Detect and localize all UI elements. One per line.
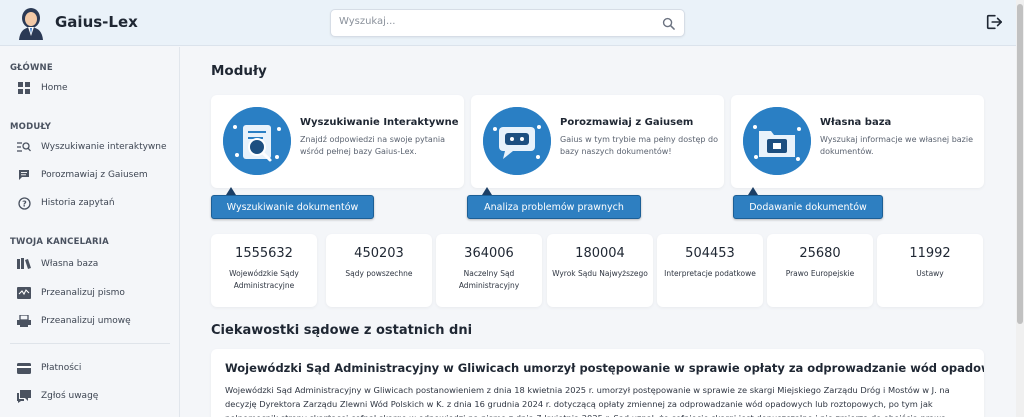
sidebar-section-modules: MODUŁY xyxy=(10,122,52,132)
card-icon xyxy=(17,361,31,375)
stat-value: 25680 xyxy=(799,246,841,261)
sidebar: GŁÓWNE Home MODUŁY Wyszukiwanie interakt… xyxy=(0,47,180,417)
scrollbar-thumb[interactable] xyxy=(1017,4,1023,324)
module-description: Znajdź odpowiedzi na swoje pytania wśród… xyxy=(300,135,446,156)
stat-label: Prawo Europejskie xyxy=(785,269,855,278)
tooltip-arrow xyxy=(748,187,758,195)
stat-value: 364006 xyxy=(464,246,514,261)
page-scrollbar[interactable] xyxy=(1016,0,1024,417)
chat-illustration-icon xyxy=(483,107,551,175)
sidebar-section-main: GŁÓWNE xyxy=(10,63,53,73)
tooltip-label: Wyszukiwanie dokumentów xyxy=(226,201,359,213)
tooltip-label: Dodawanie dokumentów xyxy=(749,201,867,213)
sidebar-item-label: Własna baza xyxy=(41,259,99,269)
chat-icon xyxy=(17,168,31,182)
sidebar-item-history[interactable]: ? Historia zapytań xyxy=(10,193,175,213)
sidebar-item-home[interactable]: Home xyxy=(10,78,175,98)
stat-value: 11992 xyxy=(909,246,951,261)
sidebar-item-label: Zgłoś uwagę xyxy=(41,391,99,401)
module-title: Wyszukiwanie Interaktywne xyxy=(300,117,459,128)
svg-text:?: ? xyxy=(22,199,27,208)
stat-card-acts: 11992 Ustawy xyxy=(877,234,983,307)
tooltip-document-search: Wyszukiwanie dokumentów xyxy=(211,187,374,219)
sidebar-item-label: Przeanalizuj pismo xyxy=(41,288,125,298)
brand-name: Gaius-Lex xyxy=(55,13,138,31)
module-title: Porozmawiaj z Gaiusem xyxy=(560,117,694,128)
sidebar-item-interactive-search[interactable]: Wyszukiwanie interaktywne xyxy=(10,137,175,157)
sidebar-item-label: Home xyxy=(41,83,68,93)
sidebar-item-feedback[interactable]: Zgłoś uwagę xyxy=(10,386,175,406)
stat-card-supreme-court: 180004 Wyrok Sądu Najwyższego xyxy=(547,234,653,307)
sidebar-item-label: Płatności xyxy=(41,363,82,373)
stat-value: 504453 xyxy=(685,246,735,261)
tooltip-add-documents: Dodawanie dokumentów xyxy=(733,187,883,219)
stat-card-tax-interpretations: 504453 Interpretacje podatkowe xyxy=(657,234,763,307)
grid-icon xyxy=(17,81,31,95)
printer-icon xyxy=(17,314,31,328)
modules-heading: Moduły xyxy=(211,63,267,79)
module-description: Gaius w tym trybie ma pełny dostęp do ba… xyxy=(560,135,718,156)
news-heading: Ciekawostki sądowe z ostatnich dni xyxy=(211,323,473,338)
sidebar-item-analyze-letter[interactable]: Przeanalizuj pismo xyxy=(10,283,175,303)
sidebar-divider xyxy=(10,343,170,344)
sidebar-item-label: Przeanalizuj umowę xyxy=(41,316,131,326)
stat-value: 450203 xyxy=(354,246,404,261)
stat-label: Naczelny Sąd Administracyjny xyxy=(458,269,520,290)
module-description: Wyszukaj informacje we własnej bazie dok… xyxy=(820,135,974,156)
module-card-own-base[interactable]: Własna baza Wyszukaj informacje we własn… xyxy=(731,95,984,188)
news-item-body: Wojewódzki Sąd Administracyjny w Gliwica… xyxy=(225,385,950,417)
stat-label: Wyrok Sądu Najwyższego xyxy=(552,269,648,278)
stat-value: 1555632 xyxy=(235,246,293,261)
stat-label: Sądy powszechne xyxy=(345,269,413,278)
sidebar-item-own-base[interactable]: Własna baza xyxy=(10,254,175,274)
question-icon: ? xyxy=(17,196,31,210)
stat-label: Ustawy xyxy=(916,269,944,278)
search-list-icon xyxy=(17,140,31,154)
stat-card-nsa: 364006 Naczelny Sąd Administracyjny xyxy=(436,234,542,307)
stat-label: Wojewódzkie Sądy Administracyjne xyxy=(229,269,299,290)
logout-icon[interactable] xyxy=(985,13,1003,31)
search-input[interactable] xyxy=(339,16,649,27)
sidebar-item-label: Porozmawiaj z Gaiusem xyxy=(41,170,148,180)
interactive-search-illustration-icon xyxy=(223,107,291,175)
sidebar-item-label: Historia zapytań xyxy=(41,198,115,208)
search-icon[interactable] xyxy=(662,17,675,30)
sidebar-section-office: TWOJA KANCELARIA xyxy=(10,237,109,247)
tooltip-arrow xyxy=(226,187,236,195)
news-item-title[interactable]: Wojewódzki Sąd Administracyjny w Gliwica… xyxy=(225,361,984,375)
module-card-chat[interactable]: Porozmawiaj z Gaiusem Gaius w tym trybie… xyxy=(471,95,724,188)
stat-label: Interpretacje podatkowe xyxy=(664,269,756,278)
folder-icon xyxy=(17,257,31,271)
own-base-illustration-icon xyxy=(743,107,811,175)
tooltip-legal-analysis: Analiza problemów prawnych xyxy=(467,187,641,219)
news-card[interactable]: Wojewódzki Sąd Administracyjny w Gliwica… xyxy=(211,349,984,417)
stat-card-eu-law: 25680 Prawo Europejskie xyxy=(767,234,873,307)
tooltip-arrow xyxy=(482,187,492,195)
comment-icon xyxy=(17,389,31,403)
lawyer-avatar-icon[interactable] xyxy=(16,6,46,40)
sidebar-item-label: Wyszukiwanie interaktywne xyxy=(41,142,167,152)
tooltip-label: Analiza problemów prawnych xyxy=(484,201,624,213)
analyze-icon xyxy=(17,286,31,300)
sidebar-item-analyze-contract[interactable]: Przeanalizuj umowę xyxy=(10,311,175,331)
stat-card-common-courts: 450203 Sądy powszechne xyxy=(326,234,432,307)
top-bar: Gaius-Lex xyxy=(0,0,1016,46)
stat-value: 180004 xyxy=(575,246,625,261)
sidebar-item-payments[interactable]: Płatności xyxy=(10,358,175,378)
module-title: Własna baza xyxy=(820,117,892,128)
sidebar-item-chat[interactable]: Porozmawiaj z Gaiusem xyxy=(10,165,175,185)
module-card-interactive-search[interactable]: Wyszukiwanie Interaktywne Znajdź odpowie… xyxy=(211,95,464,188)
stat-card-wsa: 1555632 Wojewódzkie Sądy Administracyjne xyxy=(211,234,317,307)
search-box[interactable] xyxy=(330,9,685,37)
